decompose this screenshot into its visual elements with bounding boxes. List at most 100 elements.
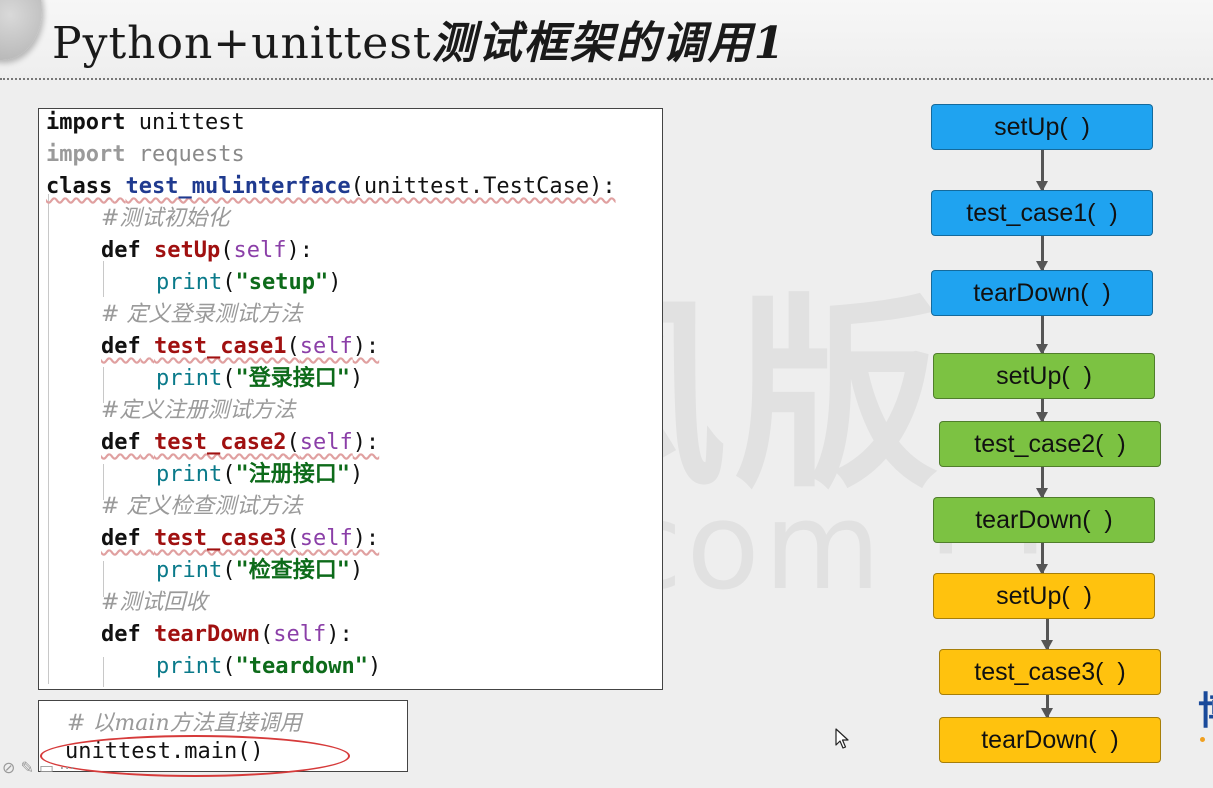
code-comment: #测试回收 (101, 589, 207, 621)
paren: ): (326, 622, 353, 647)
code-comment: #测试初始化 (101, 205, 229, 237)
method-name: test_case2 (154, 430, 287, 455)
code-comment: #定义注册测试方法 (101, 397, 295, 429)
code-line-print: print("teardown") (156, 653, 381, 685)
string-literal: "teardown" (235, 654, 368, 679)
code-line-print: print("setup") (156, 269, 341, 301)
comment-text: # 定义检查测试方法 (101, 494, 303, 519)
comment-text: #定义注册测试方法 (101, 398, 296, 423)
keyword: class (46, 174, 113, 199)
flow-step-teardown-3: tearDown( ) (939, 717, 1161, 763)
code-comment: # 定义登录测试方法 (101, 301, 302, 333)
code-line-def-test-case1: def test_case1(self): (101, 333, 379, 365)
flow-arrow (1041, 619, 1053, 651)
title-chinese: 测试框架的调用1 (431, 18, 787, 69)
comment-text: #测试初始化 (101, 206, 230, 231)
paren: ): (352, 526, 380, 551)
paren: ): (352, 334, 380, 359)
flow-arrow (1036, 316, 1048, 355)
code-line-def-test-case2: def test_case2(self): (101, 429, 379, 461)
keyword: def (101, 430, 141, 455)
code-line-def-test-case3: def test_case3(self): (101, 525, 379, 557)
code-line-class-def: class test_mulinterface(unittest.TestCas… (46, 173, 616, 205)
string-literal: "检查接口" (235, 558, 350, 583)
string-literal: "登录接口" (235, 366, 350, 391)
self-param: self (273, 622, 327, 647)
print-builtin: print (156, 462, 223, 487)
mouse-pointer-icon (835, 728, 849, 749)
paren: ( (222, 558, 236, 583)
keyword: def (101, 622, 141, 647)
title-divider (0, 78, 1213, 80)
flow-step-setup-3: setUp( ) (933, 573, 1155, 619)
code-comment: # 定义检查测试方法 (101, 493, 302, 525)
paren: ( (222, 270, 236, 295)
comment-text: #测试回收 (101, 590, 208, 615)
self-param: self (299, 430, 353, 455)
keyword: import (46, 142, 126, 167)
string-literal: "setup" (235, 270, 329, 295)
paren: ( (286, 334, 300, 359)
paren: ( (220, 238, 234, 263)
keyword: def (101, 238, 141, 263)
method-name: test_case3 (154, 526, 287, 551)
module-name: requests (125, 142, 245, 167)
paren: ( (222, 462, 236, 487)
main-comment: # 以main方法直接调用 (67, 711, 302, 736)
paren: ( (222, 654, 236, 679)
keyword: def (101, 334, 141, 359)
flow-step-setup-2: setUp( ) (933, 353, 1155, 399)
paren: ) (349, 558, 364, 583)
class-name: test_mulinterface (125, 174, 351, 199)
flow-arrow (1041, 695, 1053, 719)
self-param: self (299, 334, 353, 359)
method-name: tearDown (154, 622, 260, 647)
paren: ( (259, 622, 274, 647)
string-literal: "注册接口" (235, 462, 350, 487)
flow-step-teardown-1: tearDown( ) (931, 270, 1153, 316)
code-line-def-teardown: def tearDown(self): (101, 621, 353, 653)
print-builtin: print (156, 654, 223, 679)
paren: ) (349, 366, 364, 391)
method-name: setUp (154, 238, 221, 263)
self-param: self (233, 238, 287, 263)
flow-step-test-case3: test_case3( ) (939, 649, 1161, 695)
flow-arrow (1036, 543, 1048, 575)
self-param: self (299, 526, 353, 551)
paren: ): (286, 238, 313, 263)
bottom-toolbar-icons: ⊘ ✎ ▭ ⋯ (2, 758, 76, 777)
code-line-print: print("注册接口") (156, 461, 363, 493)
paren: ) (367, 654, 382, 679)
print-builtin: print (156, 366, 223, 391)
comment-text: # 定义登录测试方法 (101, 302, 303, 327)
paren: ) (328, 270, 342, 295)
module-name: unittest (125, 110, 245, 135)
flow-arrow (1036, 399, 1048, 423)
code-line-def-setup: def setUp(self): (101, 237, 313, 269)
paren: ( (286, 526, 300, 551)
paren: ): (352, 430, 380, 455)
paren: ) (349, 462, 364, 487)
indent-guide (48, 194, 49, 684)
code-line-print: print("检查接口") (156, 557, 363, 589)
slide-title: Python+unittest测试框架的调用1 (52, 14, 786, 74)
class-base: (unittest.TestCase): (350, 174, 616, 199)
print-builtin: print (156, 558, 223, 583)
flow-step-test-case2: test_case2( ) (939, 421, 1161, 467)
code-line-print: print("登录接口") (156, 365, 363, 397)
indent-guide (103, 657, 104, 687)
paren: ( (222, 366, 236, 391)
code-line-import-requests: import requests (46, 141, 245, 173)
print-builtin: print (156, 270, 223, 295)
code-line-import-unittest: import unittest (46, 109, 245, 141)
flow-step-teardown-2: tearDown( ) (933, 497, 1155, 543)
flow-step-test-case1: test_case1( ) (931, 190, 1153, 236)
flow-arrow (1036, 150, 1048, 192)
flow-step-setup-1: setUp( ) (931, 104, 1153, 150)
paren: ( (286, 430, 300, 455)
corner-logo-dot (1200, 737, 1205, 742)
keyword: import (46, 110, 126, 135)
flow-arrow (1036, 467, 1048, 499)
corner-logo: 博 (1198, 680, 1213, 735)
highlight-ellipse (40, 735, 350, 777)
